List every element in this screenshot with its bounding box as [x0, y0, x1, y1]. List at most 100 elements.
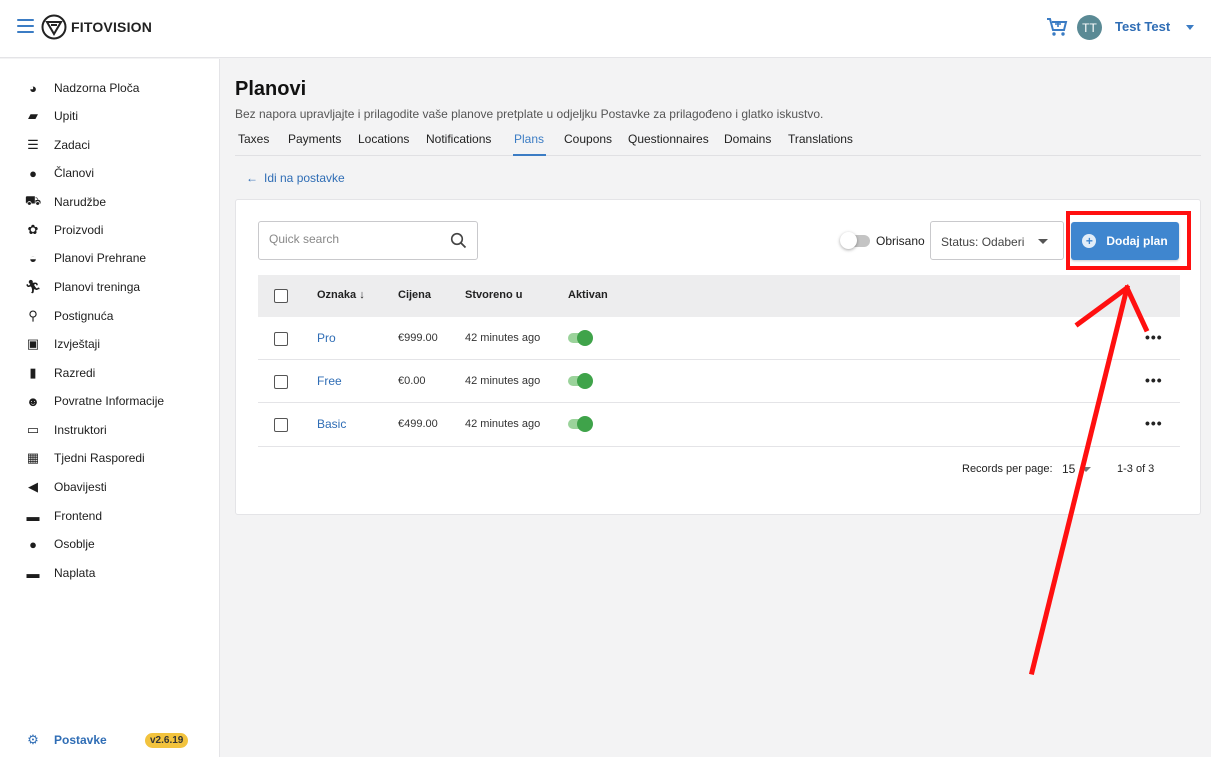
sidebar-item-label: Nadzorna Ploča [54, 81, 140, 95]
tab-locations[interactable]: Locations [358, 132, 409, 146]
tab-plans[interactable]: Plans [514, 132, 544, 146]
sidebar-item-label: Povratne Informacije [54, 394, 165, 408]
active-toggle[interactable] [568, 416, 593, 432]
gear-icon: ⚙ [27, 732, 39, 747]
sidebar-item-label: Postavke [54, 733, 107, 747]
sidebar-item-achievements[interactable]: ⚲ Postignuća [24, 306, 113, 326]
sidebar-item-dashboard[interactable]: ◕ Nadzorna Ploča [24, 78, 139, 98]
menu-icon[interactable] [17, 19, 34, 33]
tab-questionnaires[interactable]: Questionnaires [628, 132, 709, 146]
plan-name-link[interactable]: Free [317, 374, 342, 388]
plan-created: 42 minutes ago [465, 332, 541, 344]
sidebar-item-staff[interactable]: ● Osoblje [24, 534, 95, 554]
row-checkbox[interactable] [274, 332, 288, 346]
sidebar-item-label: Naplata [54, 566, 96, 580]
sidebar-item-members[interactable]: ● Članovi [24, 163, 94, 183]
sidebar-item-notifications[interactable]: ◀ Obavijesti [24, 477, 107, 497]
cart-icon[interactable] [1046, 16, 1068, 38]
sidebar-item-billing[interactable]: ▬ Naplata [24, 563, 96, 583]
row-checkbox[interactable] [274, 375, 288, 389]
tab-payments[interactable]: Payments [288, 132, 341, 146]
classes-icon: ▮ [29, 365, 37, 380]
plans-card: Obrisano Status: Odaberi + Dodaj plan Oz… [235, 199, 1201, 515]
page-title: Planovi [235, 78, 307, 100]
sidebar-item-reports[interactable]: ▣ Izvještaji [24, 334, 100, 354]
staff-icon: ● [29, 536, 37, 552]
sidebar: ◕ Nadzorna Ploča ▰ Upiti ☰ Zadaci ● Član… [0, 59, 220, 757]
search-input[interactable] [269, 232, 439, 246]
fitovision-logo-icon [41, 14, 67, 40]
pagination-range: 1-3 of 3 [1117, 463, 1155, 475]
column-header-price[interactable]: Cijena [398, 289, 431, 301]
sidebar-item-label: Planovi Prehrane [54, 251, 147, 265]
sidebar-item-meal-plans[interactable]: ◒ Planovi Prehrane [24, 248, 146, 268]
sort-arrow-down-icon: ↓ [359, 289, 365, 301]
table-row: Basic €499.00 42 minutes ago ••• [258, 403, 1180, 447]
instructor-icon: ▭ [26, 422, 40, 437]
sidebar-item-settings[interactable]: ⚙ Postavke [24, 732, 107, 748]
plan-name-link[interactable]: Basic [317, 417, 346, 431]
calendar-icon: ▦ [26, 450, 40, 465]
user-name[interactable]: Test Test [1115, 19, 1170, 34]
sidebar-item-label: Zadaci [54, 138, 91, 152]
sidebar-item-training-plans[interactable]: 🏃︎ Planovi treninga [24, 277, 140, 297]
sidebar-item-inquiries[interactable]: ▰ Upiti [24, 106, 78, 126]
tab-coupons[interactable]: Coupons [564, 132, 612, 146]
sidebar-item-classes[interactable]: ▮ Razredi [24, 363, 95, 383]
sidebar-item-tasks[interactable]: ☰ Zadaci [24, 135, 90, 155]
toggle-knob [577, 373, 593, 389]
deleted-toggle-label: Obrisano [876, 234, 925, 248]
row-checkbox[interactable] [274, 418, 288, 432]
sidebar-item-instructors[interactable]: ▭ Instruktori [24, 420, 107, 440]
tab-taxes[interactable]: Taxes [238, 132, 269, 146]
arrow-left-icon: ← [246, 171, 258, 185]
window-icon: ▬ [26, 508, 40, 524]
deleted-toggle[interactable] [840, 232, 870, 249]
active-toggle[interactable] [568, 330, 593, 346]
plan-name-link[interactable]: Pro [317, 331, 336, 345]
logo[interactable]: FITOVISION [41, 14, 152, 40]
tab-translations[interactable]: Translations [788, 132, 853, 146]
sidebar-item-label: Planovi treninga [54, 280, 141, 294]
chevron-down-icon[interactable] [1186, 25, 1194, 30]
megaphone-icon: ◀ [28, 479, 38, 494]
more-actions-icon[interactable]: ••• [1145, 415, 1163, 431]
sidebar-item-orders[interactable]: ⛟ Narudžbe [24, 192, 106, 212]
active-toggle[interactable] [568, 373, 593, 389]
sidebar-item-label: Frontend [54, 509, 103, 523]
sidebar-item-products[interactable]: ✿ Proizvodi [24, 220, 104, 240]
plan-price: €499.00 [398, 418, 438, 430]
version-badge: v2.6.19 [145, 733, 189, 748]
sidebar-item-label: Tjedni Rasporedi [54, 451, 145, 465]
settings-tabs: Taxes Payments Locations Notifications P… [235, 129, 1201, 156]
sidebar-item-label: Izvještaji [54, 337, 101, 351]
running-icon: 🏃︎ [24, 279, 42, 294]
sidebar-item-feedback[interactable]: ☻ Povratne Informacije [24, 391, 164, 411]
sidebar-item-label: Narudžbe [54, 195, 107, 209]
sidebar-item-label: Proizvodi [54, 223, 104, 237]
avatar[interactable]: TT [1077, 15, 1102, 40]
inquiries-icon: ▰ [28, 108, 38, 123]
column-header-active[interactable]: Aktivan [568, 289, 608, 301]
sidebar-item-weekly-schedules[interactable]: ▦ Tjedni Rasporedi [24, 448, 145, 468]
sidebar-item-frontend[interactable]: ▬ Frontend [24, 506, 103, 526]
tab-notifications[interactable]: Notifications [426, 132, 491, 146]
plan-created: 42 minutes ago [465, 418, 541, 430]
column-header-created[interactable]: Stvoreno u [465, 289, 522, 301]
select-all-checkbox[interactable] [274, 289, 288, 303]
search-icon[interactable] [450, 232, 467, 249]
toggle-knob [577, 330, 593, 346]
plan-created: 42 minutes ago [465, 375, 541, 387]
back-link-label: Idi na postavke [264, 171, 345, 185]
status-select[interactable]: Status: Odaberi [930, 221, 1064, 260]
column-header-label[interactable]: Oznaka ↓ [317, 289, 365, 301]
back-to-settings-link[interactable]: ← Idi na postavke [246, 171, 345, 185]
more-actions-icon[interactable]: ••• [1145, 329, 1163, 345]
table-header: Oznaka ↓ Cijena Stvoreno u Aktivan [258, 275, 1180, 317]
tab-domains[interactable]: Domains [724, 132, 771, 146]
smiley-icon: ☻ [26, 393, 40, 409]
search-field[interactable] [258, 221, 478, 260]
records-per-page-select[interactable]: 15 [1062, 462, 1092, 476]
more-actions-icon[interactable]: ••• [1145, 372, 1163, 388]
plan-price: €0.00 [398, 375, 426, 387]
